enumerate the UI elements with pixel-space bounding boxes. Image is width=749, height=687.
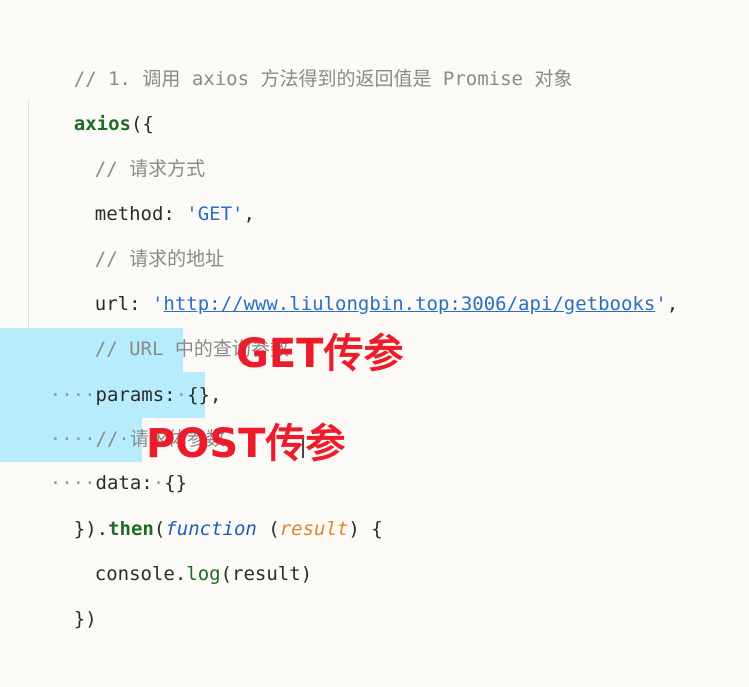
- code-line-4: method: 'GET',: [49, 147, 255, 225]
- punctuation: ,: [243, 203, 255, 225]
- code-line-1: // 1. 调用 axios 方法得到的返回值是 Promise 对象: [28, 12, 573, 90]
- code-editor[interactable]: // 1. 调用 axios 方法得到的返回值是 Promise 对象 axio…: [0, 0, 749, 630]
- punctuation: ) {: [348, 518, 383, 540]
- object-name: console.: [94, 563, 187, 585]
- punctuation: }): [73, 608, 97, 630]
- code-line-11: }).then(function (result) {: [28, 462, 383, 540]
- code-line-5: // 请求的地址: [49, 192, 224, 270]
- annotation-get: GET传参: [236, 331, 404, 377]
- code-line-8: ····params:·{},: [4, 328, 222, 406]
- code-line-2: axios({: [28, 57, 154, 135]
- punctuation: ,: [666, 293, 679, 315]
- code-line-13: }): [28, 552, 97, 630]
- code-line-6: url: 'http://www.liulongbin.top:3006/api…: [49, 237, 678, 315]
- code-line-9: ····//·请求体参数: [4, 372, 225, 450]
- method-name: log: [186, 563, 221, 585]
- code-line-7: // URL 中的查询参数: [49, 282, 289, 360]
- code-line-3: // 请求方式: [49, 102, 205, 180]
- code-line-12: console.log(result): [49, 507, 312, 585]
- arguments: (result): [220, 563, 313, 585]
- string-quote: ': [655, 293, 667, 315]
- annotation-post: POST传参: [146, 421, 346, 467]
